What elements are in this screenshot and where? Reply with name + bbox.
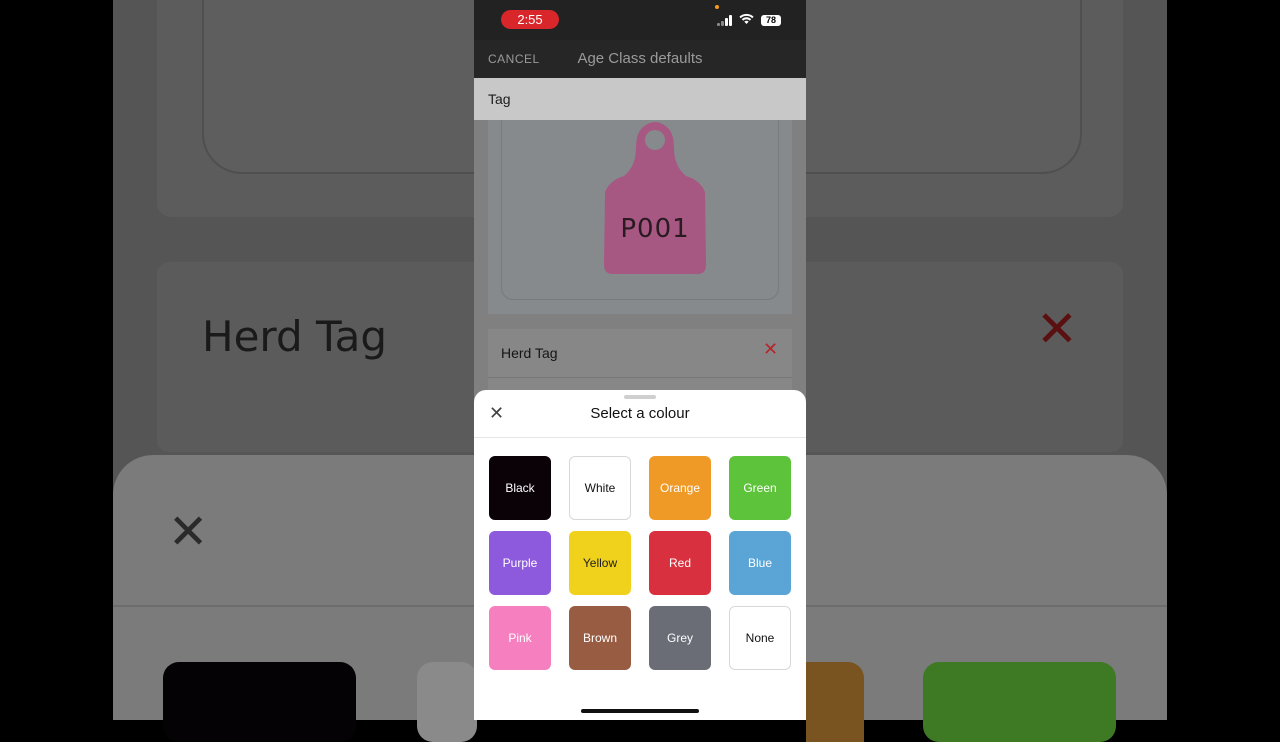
tag-section-header: Tag bbox=[474, 78, 806, 120]
status-time: 2:55 bbox=[501, 10, 559, 29]
sheet-divider bbox=[474, 437, 806, 438]
colour-picker-sheet: ✕ Select a colour Black White Orange Gre… bbox=[474, 390, 806, 720]
swatch-white[interactable]: White bbox=[569, 456, 631, 520]
sheet-grabber[interactable] bbox=[624, 395, 656, 399]
status-bar: 2:55 78 bbox=[474, 0, 806, 40]
nav-bar: CANCEL Age Class defaults bbox=[474, 40, 806, 78]
swatch-none[interactable]: None bbox=[729, 606, 791, 670]
swatch-red[interactable]: Red bbox=[649, 531, 711, 595]
swatch-pink[interactable]: Pink bbox=[489, 606, 551, 670]
swatch-label: Red bbox=[668, 556, 691, 570]
background-black-swatch bbox=[163, 662, 356, 742]
swatch-label: Black bbox=[505, 481, 535, 495]
swatch-label: Orange bbox=[659, 481, 701, 495]
swatch-purple[interactable]: Purple bbox=[489, 531, 551, 595]
battery-icon: 78 bbox=[761, 15, 781, 26]
tag-preview-frame: P001 bbox=[501, 120, 779, 300]
tag-section-label: Tag bbox=[488, 91, 511, 107]
tag-preview-card: P001 bbox=[488, 120, 792, 314]
tag-number: P001 bbox=[620, 214, 690, 244]
phone-screen: 2:55 78 CANCEL Age Class defaults Tag P0… bbox=[474, 0, 806, 720]
swatch-grey[interactable]: Grey bbox=[649, 606, 711, 670]
swatch-brown[interactable]: Brown bbox=[569, 606, 631, 670]
background-sheet-close-icon: ✕ bbox=[168, 506, 209, 559]
swatch-green[interactable]: Green bbox=[729, 456, 791, 520]
privacy-indicator bbox=[715, 5, 719, 9]
swatch-label: Yellow bbox=[582, 556, 618, 570]
wifi-icon bbox=[739, 13, 754, 28]
swatch-blue[interactable]: Blue bbox=[729, 531, 791, 595]
background-herd-label: Herd Tag bbox=[202, 312, 388, 361]
swatch-label: Pink bbox=[508, 631, 532, 645]
sheet-title: Select a colour bbox=[590, 405, 690, 422]
page-title: Age Class defaults bbox=[577, 50, 703, 67]
home-indicator[interactable] bbox=[581, 709, 699, 713]
background-white-swatch bbox=[417, 662, 477, 742]
swatch-label: Brown bbox=[582, 631, 617, 645]
herd-tag-row[interactable]: Herd Tag ✕ bbox=[488, 329, 792, 378]
swatch-black[interactable]: Black bbox=[489, 456, 551, 520]
background-green-swatch bbox=[923, 662, 1116, 742]
swatch-label: Purple bbox=[502, 556, 538, 570]
swatch-label: None bbox=[745, 631, 775, 645]
swatch-label: Grey bbox=[666, 631, 693, 645]
signal-icon bbox=[717, 14, 733, 26]
background-close-icon: ✕ bbox=[1036, 301, 1078, 357]
swatch-label: Green bbox=[743, 481, 777, 495]
swatch-label: White bbox=[584, 481, 616, 495]
swatch-orange[interactable]: Orange bbox=[649, 456, 711, 520]
swatch-label: Blue bbox=[747, 556, 773, 570]
ear-tag-icon[interactable]: P001 bbox=[590, 120, 720, 275]
herd-tag-label: Herd Tag bbox=[501, 345, 558, 361]
swatch-yellow[interactable]: Yellow bbox=[569, 531, 631, 595]
background-orange-swatch bbox=[806, 662, 864, 742]
remove-herd-tag-icon[interactable]: ✕ bbox=[763, 339, 778, 360]
